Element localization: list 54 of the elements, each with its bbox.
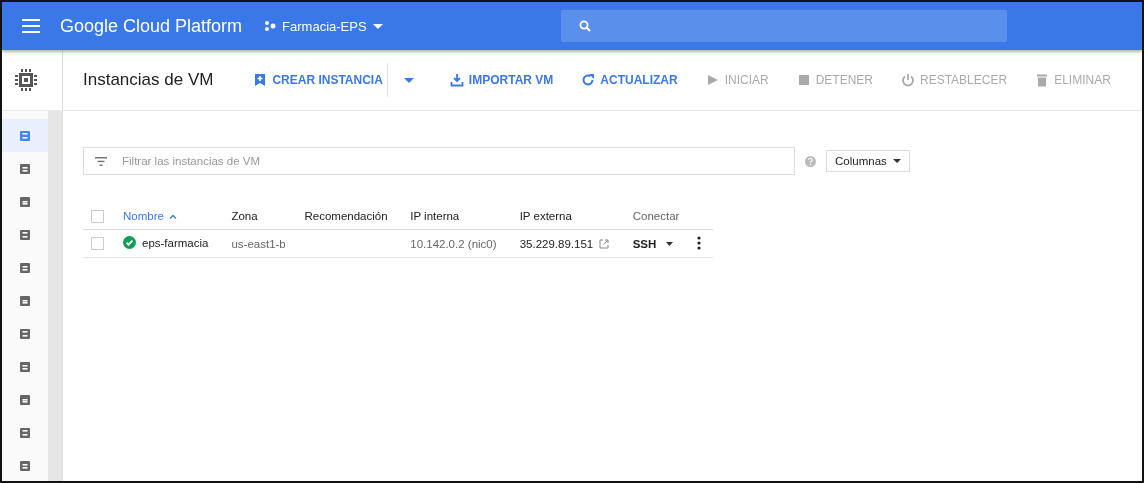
caret-icon [666, 241, 674, 246]
menu-icon[interactable] [22, 19, 40, 33]
column-header: Zona [231, 210, 258, 222]
table-cell: us-east1-b [231, 237, 286, 250]
refresh-icon [581, 73, 596, 87]
app-title: Google Cloud Platform [60, 15, 243, 37]
play-icon [705, 73, 720, 87]
search-field[interactable] [560, 10, 1007, 42]
caret-icon [372, 23, 383, 29]
download-icon [449, 73, 464, 87]
column-header: IP interna [410, 210, 460, 222]
trash-icon [1035, 73, 1050, 87]
table-cell: 35.229.89.151 [519, 237, 594, 250]
column-header: Conectar [632, 210, 680, 222]
column-header: IP externa [519, 210, 572, 222]
document-icon [19, 294, 31, 307]
project-selector[interactable]: Farmacia-EPS [264, 18, 383, 34]
document-icon [19, 459, 31, 472]
external-link-icon[interactable] [599, 238, 610, 249]
column-header[interactable]: Nombre [123, 210, 177, 222]
toolbar-button[interactable]: ACTUALIZAR [581, 73, 678, 87]
document-icon [19, 228, 31, 241]
table-cell: 10.142.0.2 (nic0) [410, 237, 497, 250]
scrollbar-track[interactable] [48, 111, 62, 481]
select-all-checkbox[interactable] [91, 209, 104, 223]
document-icon [19, 195, 31, 208]
document-icon [19, 360, 31, 373]
project-dots-icon [264, 21, 277, 31]
sidebar-item[interactable] [2, 119, 48, 152]
add-icon [253, 73, 268, 87]
document-icon [19, 261, 31, 274]
caret-icon [892, 159, 901, 163]
toolbar-button[interactable]: IMPORTAR VM [449, 73, 554, 87]
ssh-button[interactable]: SSH [632, 237, 674, 250]
page-title: Instancias de VM [83, 70, 214, 90]
document-icon [19, 162, 31, 175]
chip-icon [15, 69, 37, 91]
document-icon [19, 129, 31, 142]
stop-icon [796, 73, 811, 87]
filter-icon [95, 157, 107, 166]
search-icon [578, 20, 591, 32]
document-icon [19, 327, 31, 340]
instance-name[interactable]: eps-farmacia [142, 236, 209, 249]
sort-up-icon [168, 213, 177, 219]
power-icon [901, 73, 915, 87]
more-icon[interactable] [697, 235, 702, 250]
document-icon [19, 393, 31, 406]
caret-icon [403, 77, 414, 83]
column-header: Recomendación [304, 210, 388, 222]
document-icon [19, 426, 31, 439]
columns-button[interactable]: Columnas [826, 150, 910, 172]
filter-field[interactable]: Filtrar las instancias de VM [83, 147, 795, 175]
toolbar-button[interactable]: CREAR INSTANCIA [253, 73, 383, 87]
row-checkbox[interactable] [91, 237, 104, 251]
